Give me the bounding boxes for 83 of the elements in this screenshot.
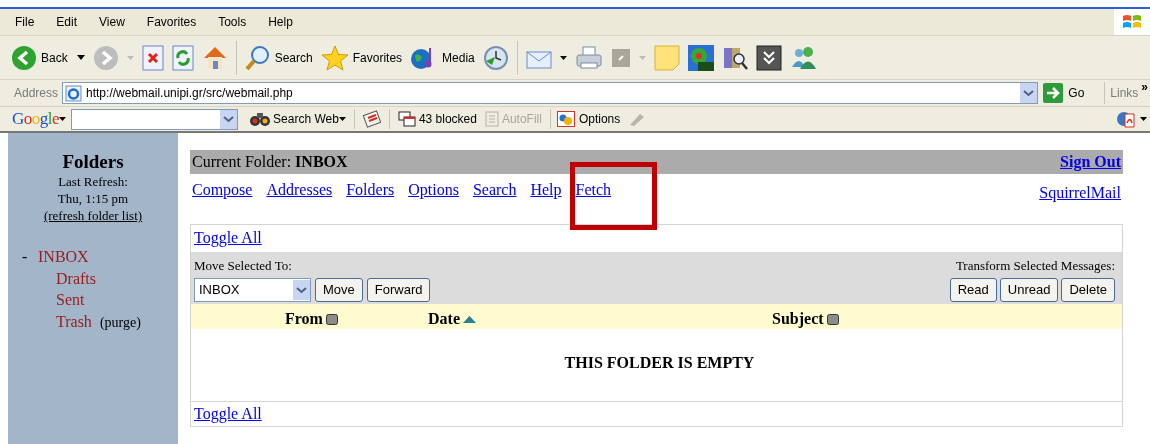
nav-link[interactable]: Addresses xyxy=(266,178,333,202)
address-field[interactable]: http://webmail.unipi.gr/src/webmail.php xyxy=(62,82,1039,104)
dropdown-button-icon[interactable] xyxy=(220,109,238,129)
purge-link[interactable]: (purge) xyxy=(99,311,141,333)
nav-link[interactable]: Folders xyxy=(346,178,395,202)
windows-logo-icon xyxy=(1122,13,1142,31)
column-header[interactable]: Date xyxy=(428,307,476,332)
binoculars-icon xyxy=(250,111,271,127)
nav-link[interactable]: Compose xyxy=(192,178,253,202)
folder-link[interactable]: INBOX xyxy=(38,246,89,268)
action-button[interactable]: Delete xyxy=(1061,278,1115,303)
dropdown-button-icon xyxy=(293,280,310,301)
go-button[interactable]: Go xyxy=(1038,83,1105,103)
star-icon xyxy=(320,44,349,71)
transform-label: Transform Selected Messages: xyxy=(955,256,1115,275)
nav-link[interactable]: Fetch xyxy=(575,178,612,202)
flower-pro-icon[interactable] xyxy=(687,44,714,71)
last-refresh-label: Last Refresh: xyxy=(58,173,128,190)
dropdown-caret-icon[interactable] xyxy=(76,55,85,60)
nav-link[interactable]: Search xyxy=(472,178,517,202)
dropdown-caret-icon[interactable] xyxy=(1140,117,1147,121)
google-logo-button[interactable]: Google xyxy=(0,106,69,132)
move-label: Move Selected To: xyxy=(194,256,293,275)
current-folder-label: Current Folder: xyxy=(192,152,292,172)
toggle-all-link[interactable]: Toggle All xyxy=(194,226,262,251)
ie-page-icon xyxy=(65,84,83,102)
options-button[interactable]: Options xyxy=(556,110,621,128)
folder-link[interactable]: Drafts xyxy=(56,267,96,289)
dropdown-caret-icon xyxy=(59,117,67,121)
favorites-button[interactable]: Favorites xyxy=(320,44,403,71)
go-arrow-icon xyxy=(1043,83,1064,103)
back-button[interactable]: Back xyxy=(10,44,69,71)
action-button[interactable]: Move xyxy=(315,278,363,303)
menu-item[interactable]: File xyxy=(14,13,36,31)
folder-link[interactable]: Sent xyxy=(56,289,85,311)
action-button[interactable]: Read xyxy=(949,278,997,303)
empty-folder-message: THIS FOLDER IS EMPTY xyxy=(563,353,755,374)
news-icon[interactable] xyxy=(362,110,381,128)
dropdown-caret-icon[interactable] xyxy=(338,117,346,121)
menu-item[interactable]: Help xyxy=(267,13,294,31)
toggle-all-link[interactable]: Toggle All xyxy=(194,402,262,426)
current-folder-name: INBOX xyxy=(295,152,348,172)
autofill-button: AutoFill xyxy=(484,110,542,128)
popup-windows-icon xyxy=(397,111,416,127)
address-label: Address xyxy=(13,85,60,102)
form-page-icon xyxy=(484,111,499,127)
address-url: http://webmail.unipi.gr/src/webmail.php xyxy=(86,85,294,102)
refresh-link[interactable]: (refresh folder list) xyxy=(43,207,143,224)
squirrelmail-link[interactable]: SquirrelMail xyxy=(1039,181,1121,205)
refresh-time: Thu, 1:15 pm xyxy=(57,190,129,207)
links-label[interactable]: Links xyxy=(1105,84,1139,102)
menu-item[interactable]: Favorites xyxy=(145,13,198,31)
search-web-button[interactable]: Search Web xyxy=(250,110,339,128)
folder-select[interactable]: INBOX xyxy=(194,278,311,303)
sign-out-link[interactable]: Sign Out xyxy=(1060,150,1121,174)
action-button[interactable]: Forward xyxy=(366,278,431,303)
folder-link[interactable]: Trash xyxy=(56,310,92,332)
people-icon[interactable] xyxy=(789,44,818,71)
menu-item[interactable]: Tools xyxy=(217,13,248,31)
history-clock-icon[interactable] xyxy=(482,44,509,71)
nav-link[interactable]: Help xyxy=(530,178,562,202)
menu-item[interactable]: View xyxy=(98,13,126,31)
action-button[interactable]: Unread xyxy=(999,278,1059,303)
collapse-toggle[interactable]: - xyxy=(22,246,38,268)
refresh-page-icon[interactable] xyxy=(171,44,194,71)
nav-link[interactable]: Options xyxy=(408,178,459,202)
printer-icon[interactable] xyxy=(574,44,603,71)
column-header[interactable]: From xyxy=(285,307,338,332)
sidebar-title: Folders xyxy=(62,151,124,173)
google-search-field[interactable] xyxy=(71,108,239,130)
dropdown-caret-icon[interactable] xyxy=(559,55,567,60)
menu-item[interactable]: Edit xyxy=(55,13,79,31)
pdf-globe-icon[interactable] xyxy=(1116,110,1138,128)
popup-blocker-button[interactable]: 43 blocked xyxy=(397,110,477,128)
media-button[interactable]: Media xyxy=(410,44,475,71)
stop-page-icon[interactable] xyxy=(141,44,164,71)
search-button[interactable]: Search xyxy=(244,44,313,71)
double-chevron-icon[interactable] xyxy=(755,44,782,71)
options-shapes-icon xyxy=(556,111,575,127)
more-chevron[interactable]: » xyxy=(1138,80,1150,94)
search-icon xyxy=(244,44,271,71)
column-header[interactable]: Subject xyxy=(772,307,839,332)
dropdown-button-icon[interactable] xyxy=(1020,83,1038,103)
